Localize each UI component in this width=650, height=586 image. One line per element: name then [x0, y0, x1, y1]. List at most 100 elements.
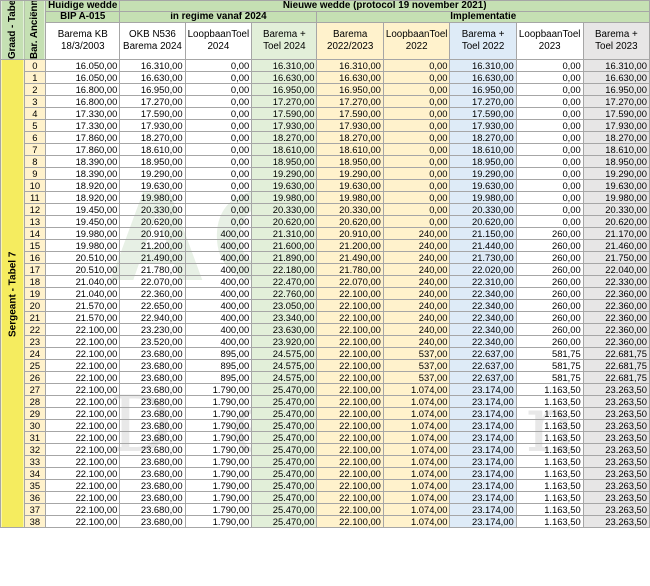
table-cell: 17.270,00 — [119, 95, 186, 108]
table-cell: 23.263,50 — [582, 455, 650, 468]
table-cell: 0,00 — [515, 155, 584, 168]
table-cell: 23.174,00 — [449, 383, 517, 396]
table-cell: 22.360,00 — [582, 287, 650, 300]
table-cell: 23.680,00 — [119, 467, 186, 480]
anciennity-cell: 3 — [23, 95, 47, 108]
table-row: 24 22.100,00 23.680,00 895,00 24.575,00 22.10… — [1, 347, 650, 360]
table-row: 30 22.100,00 23.680,00 1.790,00 25.470,00 22.… — [1, 419, 650, 432]
table-cell: 22.100,00 — [316, 491, 384, 504]
table-row: 19 21.040,00 22.360,00 400,00 22.760,00 22.10… — [1, 287, 650, 300]
table-cell: 22.100,00 — [45, 419, 121, 432]
table-cell: 1.790,00 — [184, 419, 253, 432]
table-cell: 22.100,00 — [316, 299, 384, 312]
table-cell: 0,00 — [184, 95, 253, 108]
table-cell: 1.163,50 — [515, 467, 584, 480]
anciennity-cell: 5 — [23, 119, 47, 132]
table-cell: 18.950,00 — [582, 155, 650, 168]
table-cell: 20.910,00 — [316, 227, 384, 240]
anciennity-cell: 28 — [23, 395, 47, 408]
table-cell: 1.163,50 — [515, 455, 584, 468]
table-row: 34 22.100,00 23.680,00 1.790,00 25.470,00 22.… — [1, 467, 650, 480]
table-cell: 22.100,00 — [316, 347, 384, 360]
salary-table: Graad - Tabel Bar. Anciënniteit Huidige … — [0, 0, 650, 528]
table-cell: 400,00 — [184, 311, 253, 324]
anciennity-cell: 10 — [23, 179, 47, 192]
current-salary-header: Huidige wedde — [45, 0, 121, 12]
table-cell: 22.100,00 — [316, 431, 384, 444]
anciennity-cell: 18 — [23, 275, 47, 288]
table-cell: 23.680,00 — [119, 383, 186, 396]
table-row: 28 22.100,00 23.680,00 1.790,00 25.470,00 22.… — [1, 395, 650, 408]
table-cell: 0,00 — [184, 155, 253, 168]
table-cell: 18.270,00 — [582, 131, 650, 144]
table-cell: 400,00 — [184, 239, 253, 252]
table-cell: 17.930,00 — [119, 119, 186, 132]
table-cell: 19.980,00 — [449, 191, 517, 204]
table-cell: 24.575,00 — [251, 371, 318, 384]
table-cell: 18.270,00 — [316, 131, 384, 144]
anciennity-cell: 13 — [23, 215, 47, 228]
table-cell: 23.680,00 — [119, 395, 186, 408]
table-cell: 22.100,00 — [316, 467, 384, 480]
table-cell: 21.490,00 — [316, 251, 384, 264]
table-cell: 1.163,50 — [515, 515, 584, 528]
table-cell: 16.630,00 — [119, 71, 186, 84]
table-row: 33 22.100,00 23.680,00 1.790,00 25.470,00 22.… — [1, 455, 650, 468]
table-cell: 260,00 — [515, 251, 584, 264]
table-cell: 400,00 — [184, 251, 253, 264]
table-cell: 23.174,00 — [449, 503, 517, 516]
table-cell: 22.340,00 — [449, 287, 517, 300]
table-cell: 0,00 — [515, 191, 584, 204]
table-cell: 22.340,00 — [449, 299, 517, 312]
table-row: 36 22.100,00 23.680,00 1.790,00 25.470,00 22.… — [1, 491, 650, 504]
table-cell: 16.950,00 — [449, 83, 517, 96]
table-cell: 581,75 — [515, 371, 584, 384]
table-cell: 19.980,00 — [45, 227, 121, 240]
table-cell: 22.340,00 — [449, 335, 517, 348]
anciennity-cell: 2 — [23, 83, 47, 96]
table-cell: 22.100,00 — [316, 395, 384, 408]
table-row: 2 16.800,00 16.950,00 0,00 16.950,00 16.950,0… — [1, 83, 650, 96]
table-cell: 18.610,00 — [251, 143, 318, 156]
table-cell: 260,00 — [515, 275, 584, 288]
table-cell: 22.650,00 — [119, 299, 186, 312]
table-cell: 240,00 — [382, 239, 451, 252]
table-row: 23 22.100,00 23.520,00 400,00 23.920,00 22.10… — [1, 335, 650, 348]
anciennity-cell: 12 — [23, 203, 47, 216]
anciennity-cell: 7 — [23, 143, 47, 156]
anciennity-cell: 23 — [23, 335, 47, 348]
table-row: 4 17.330,00 17.590,00 0,00 17.590,00 17.590,0… — [1, 107, 650, 120]
table-cell: 1.163,50 — [515, 383, 584, 396]
table-row: 7 17.860,00 18.610,00 0,00 18.610,00 18.610,0… — [1, 143, 650, 156]
table-cell: 21.040,00 — [45, 287, 121, 300]
table-cell: 18.920,00 — [45, 179, 121, 192]
table-cell: 19.630,00 — [119, 179, 186, 192]
table-cell: 19.630,00 — [251, 179, 318, 192]
table-cell: 240,00 — [382, 275, 451, 288]
anciennity-cell: 1 — [23, 71, 47, 84]
table-cell: 16.950,00 — [119, 83, 186, 96]
table-cell: 0,00 — [382, 203, 451, 216]
table-cell: 1.074,00 — [382, 515, 451, 528]
anciennity-header: Bar. Anciënniteit — [24, 0, 46, 60]
table-cell: 22.100,00 — [45, 515, 121, 528]
table-cell: 0,00 — [382, 191, 451, 204]
table-cell: 400,00 — [184, 263, 253, 276]
table-cell: 20.620,00 — [449, 215, 517, 228]
table-cell: 19.980,00 — [119, 191, 186, 204]
table-cell: 19.630,00 — [316, 179, 384, 192]
table-cell: 22.637,00 — [449, 371, 517, 384]
anciennity-cell: 8 — [23, 155, 47, 168]
table-cell: 22.310,00 — [449, 275, 517, 288]
table-cell: 0,00 — [184, 83, 253, 96]
table-cell: 16.050,00 — [45, 59, 121, 72]
table-cell: 0,00 — [515, 167, 584, 180]
table-cell: 17.860,00 — [45, 131, 121, 144]
table-cell: 1.163,50 — [515, 419, 584, 432]
table-cell: 0,00 — [515, 119, 584, 132]
table-cell: 18.610,00 — [582, 143, 650, 156]
table-cell: 17.930,00 — [316, 119, 384, 132]
table-cell: 0,00 — [515, 71, 584, 84]
table-cell: 22.100,00 — [316, 455, 384, 468]
table-cell: 22.100,00 — [316, 323, 384, 336]
